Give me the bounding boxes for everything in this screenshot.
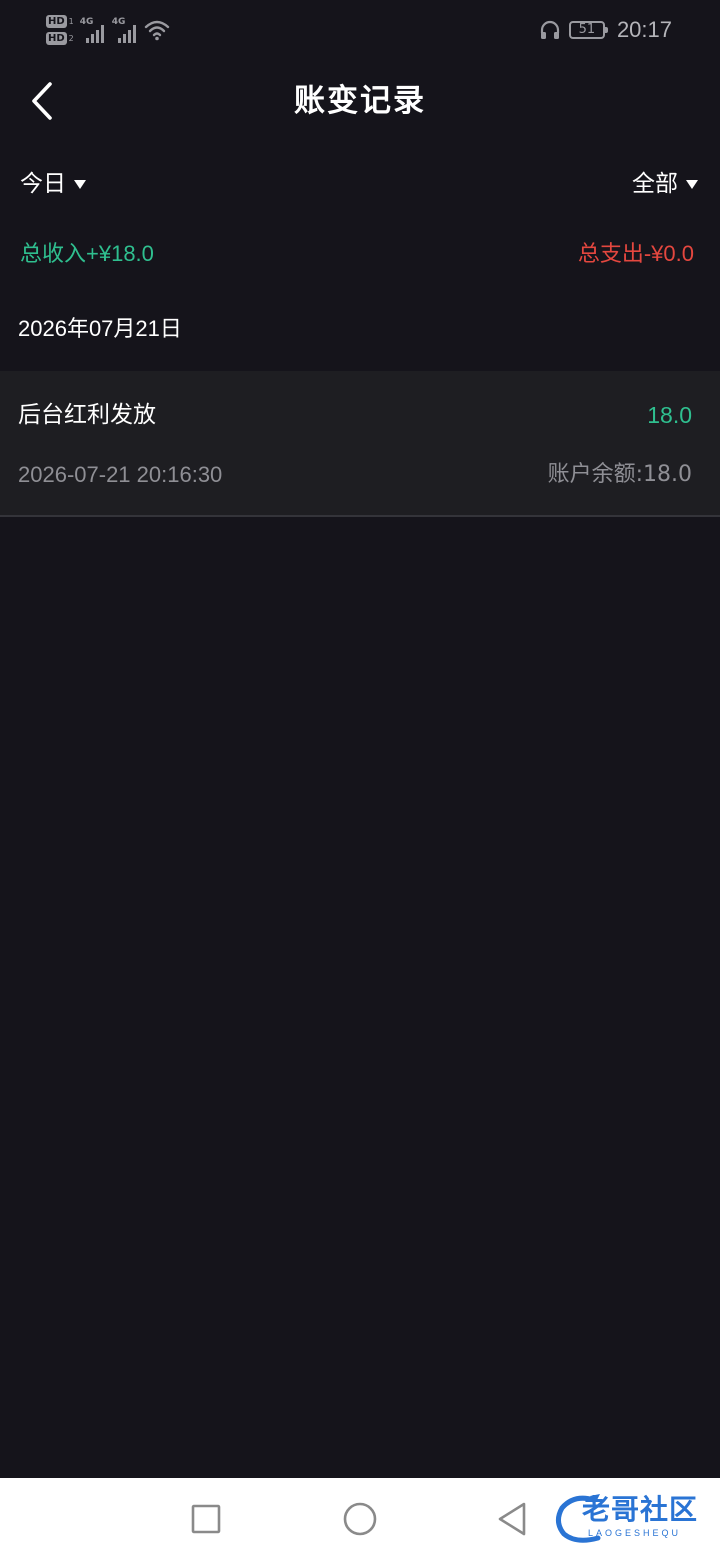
system-back-button[interactable] <box>492 1499 532 1539</box>
status-right: 51 20:17 <box>539 14 672 46</box>
home-icon <box>343 1502 377 1536</box>
type-filter-label: 全部 <box>632 171 678 197</box>
navigation-bar: 老哥社区 LAOGESHEQU <box>0 1478 720 1560</box>
battery-icon: 51 <box>568 21 608 39</box>
transaction-record[interactable]: 后台红利发放 18.0 2026-07-21 20:16:30 账户余额:18.… <box>0 371 720 517</box>
date-range-label: 今日 <box>20 171 66 197</box>
sim1-hd-badge: HD 1 <box>46 15 74 28</box>
status-bar: HD 1 HD 2 4G 4G 51 20:17 <box>0 0 720 60</box>
screen: HD 1 HD 2 4G 4G 51 20:17 账变记录 今日 全部 总收入+… <box>0 0 720 1560</box>
totals-summary: 总收入+¥18.0 总支出-¥0.0 <box>20 234 694 270</box>
record-amount: 18.0 <box>647 402 692 428</box>
date-range-filter[interactable]: 今日 <box>20 166 86 202</box>
total-expense: 总支出-¥0.0 <box>577 241 694 266</box>
watermark-text: 老哥社区 <box>582 1493 699 1526</box>
header: 账变记录 <box>0 60 720 142</box>
back-triangle-icon <box>498 1502 526 1536</box>
wifi-icon <box>144 20 169 41</box>
sim1-hd-label: HD <box>46 15 67 28</box>
watermark-logo: 老哥社区 LAOGESHEQU <box>554 1488 710 1548</box>
record-time: 2026-07-21 20:16:30 <box>18 462 223 487</box>
signal-bars-icon <box>117 25 136 43</box>
caret-down-icon <box>686 179 698 189</box>
caret-down-icon <box>74 179 86 189</box>
sim2-hd-badge: HD 2 <box>46 32 74 45</box>
record-title: 后台红利发放 <box>18 402 156 428</box>
signal-icon-2: 4G <box>112 17 138 43</box>
recent-apps-button[interactable] <box>186 1499 226 1539</box>
signal-icon-1: 4G <box>80 17 106 43</box>
type-filter[interactable]: 全部 <box>632 166 698 202</box>
recent-apps-icon <box>191 1504 221 1534</box>
hd-indicators: HD 1 HD 2 <box>46 15 74 45</box>
status-time: 20:17 <box>616 17 672 42</box>
status-left: HD 1 HD 2 4G 4G <box>46 10 170 50</box>
page-title: 账变记录 <box>294 83 426 119</box>
sim1-index: 1 <box>68 16 74 26</box>
sim2-index: 2 <box>68 33 74 43</box>
record-balance: 账户余额:18.0 <box>547 462 692 487</box>
date-group-header: 2026年07月21日 <box>18 316 182 341</box>
battery-level: 51 <box>578 22 596 37</box>
headphones-icon <box>540 20 560 39</box>
signal-bars-icon <box>85 25 104 43</box>
home-button[interactable] <box>340 1499 380 1539</box>
total-income: 总收入+¥18.0 <box>20 241 154 266</box>
sim2-hd-label: HD <box>46 32 67 45</box>
watermark-subtext: LAOGESHEQU <box>588 1528 682 1538</box>
